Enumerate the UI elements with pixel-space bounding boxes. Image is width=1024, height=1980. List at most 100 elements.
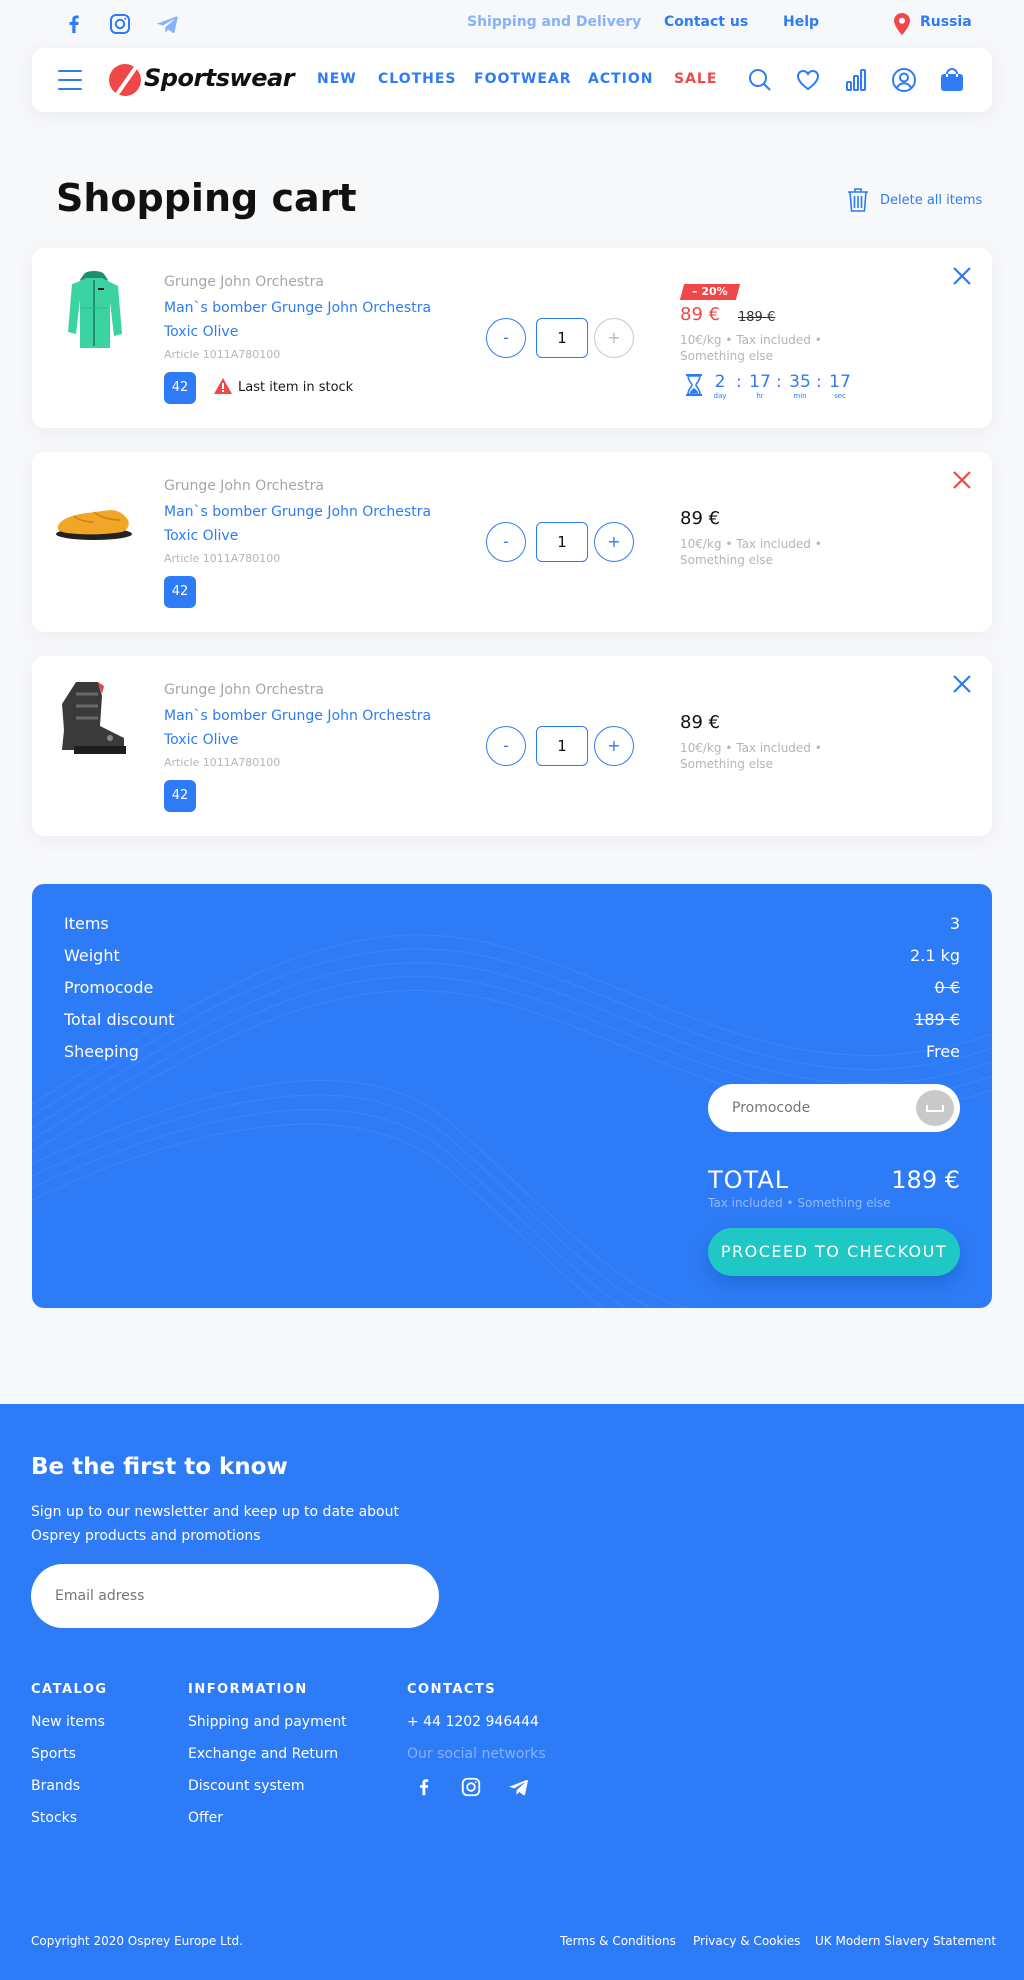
instagram-icon[interactable] [108, 12, 132, 36]
nav-clothes[interactable]: CLOTHES [378, 71, 457, 87]
terms-link[interactable]: Terms & Conditions [560, 1934, 676, 1948]
cart-item: Grunge John Orchestra Man`s bomber Grung… [32, 248, 992, 428]
product-article: Article 1011A780100 [164, 348, 281, 361]
nav-sale[interactable]: SALE [674, 71, 717, 87]
help-link[interactable]: Help [783, 14, 819, 30]
timer-minutes-label: min [793, 392, 807, 400]
location-pin-icon [894, 13, 910, 35]
facebook-icon[interactable] [413, 1776, 435, 1798]
logo-icon[interactable] [109, 64, 141, 96]
bag-icon[interactable] [938, 66, 966, 94]
instagram-icon[interactable] [460, 1776, 482, 1798]
contact-us-link[interactable]: Contact us [664, 14, 748, 30]
warning-icon [214, 378, 232, 394]
timer-days: 2 [714, 372, 726, 392]
slavery-statement-link[interactable]: UK Modern Slavery Statement [815, 1934, 996, 1948]
catalog-link[interactable]: Brands [31, 1778, 80, 1794]
quantity-increase-button[interactable]: + [594, 726, 634, 766]
discount-badge-text: – 20% [692, 285, 728, 298]
newsletter-title: Be the first to know [31, 1454, 288, 1480]
product-price: 89 € [680, 712, 721, 733]
cart-item: Grunge John Orchestra Man`s bomber Grung… [32, 452, 992, 632]
quantity-decrease-button[interactable]: - [486, 726, 526, 766]
top-bar: Shipping and Delivery Contact us Help Ru… [0, 0, 1024, 48]
enter-icon[interactable] [916, 1090, 954, 1126]
quantity-increase-button[interactable]: + [594, 318, 634, 358]
heart-icon[interactable] [794, 66, 822, 94]
catalog-link[interactable]: New items [31, 1714, 105, 1730]
summary-row-items: Items 3 [64, 914, 960, 938]
privacy-link[interactable]: Privacy & Cookies [693, 1934, 800, 1948]
checkout-button[interactable]: PROCEED TO CHECKOUT [708, 1228, 960, 1276]
timer-hours: 17 [749, 372, 771, 392]
price-note: 10€/kg • Tax included • Something else [680, 537, 822, 567]
product-price: 89 € [680, 508, 721, 529]
region-selector[interactable]: Russia [920, 14, 972, 30]
quantity-input[interactable] [536, 522, 588, 562]
newsletter-description: Sign up to our newsletter and keep up to… [31, 1504, 399, 1544]
product-name-link[interactable]: Man`s bomber Grunge John Orchestra Toxic… [164, 296, 454, 344]
summary-value: Free [926, 1042, 960, 1061]
search-icon[interactable] [746, 66, 774, 94]
summary-label: Total discount [64, 1010, 175, 1029]
remove-item-close-icon[interactable] [952, 470, 972, 490]
telegram-icon[interactable] [156, 12, 180, 36]
quantity-input[interactable] [536, 318, 588, 358]
remove-item-close-icon[interactable] [952, 674, 972, 694]
menu-icon[interactable] [58, 70, 82, 90]
product-image-slipper[interactable] [54, 472, 134, 556]
product-article: Article 1011A780100 [164, 756, 281, 769]
information-heading: INFORMATION [188, 1682, 308, 1697]
product-image-jacket[interactable] [54, 268, 134, 352]
facebook-icon[interactable] [62, 12, 86, 36]
user-icon[interactable] [890, 66, 918, 94]
timer-minutes: 35 [789, 372, 811, 392]
total-label: TOTAL [708, 1166, 790, 1194]
compare-icon[interactable] [842, 66, 870, 94]
price-note: 10€/kg • Tax included • Something else [680, 741, 822, 771]
catalog-link[interactable]: Stocks [31, 1810, 77, 1826]
summary-value: 189 € [914, 1010, 960, 1029]
information-link[interactable]: Offer [188, 1810, 223, 1826]
quantity-decrease-button[interactable]: - [486, 318, 526, 358]
summary-label: Sheeping [64, 1042, 139, 1061]
quantity-decrease-button[interactable]: - [486, 522, 526, 562]
total-note: Tax included • Something else [708, 1196, 891, 1210]
product-old-price: 189 € [738, 310, 776, 325]
information-link[interactable]: Exchange and Return [188, 1746, 338, 1762]
product-brand: Grunge John Orchestra [164, 682, 324, 698]
footer: Be the first to know Sign up to our news… [0, 1404, 1024, 1980]
nav-new[interactable]: NEW [317, 71, 357, 87]
catalog-heading: CATALOG [31, 1682, 108, 1697]
product-name-link[interactable]: Man`s bomber Grunge John Orchestra Toxic… [164, 704, 454, 752]
product-image-boot[interactable] [54, 676, 134, 760]
timer-seconds: 17 [829, 372, 851, 392]
main-header: Sportswear NEW CLOTHES FOOTWEAR ACTION S… [32, 48, 992, 112]
product-price: 89 € [680, 304, 721, 325]
information-link[interactable]: Discount system [188, 1778, 305, 1794]
timer-days-label: day [713, 392, 727, 400]
summary-row-weight: Weight 2.1 kg [64, 946, 960, 970]
product-name-link[interactable]: Man`s bomber Grunge John Orchestra Toxic… [164, 500, 454, 548]
size-badge: 42 [164, 780, 196, 812]
nav-footwear[interactable]: FOOTWEAR [474, 71, 572, 87]
size-badge: 42 [164, 576, 196, 608]
information-link[interactable]: Shipping and payment [188, 1714, 347, 1730]
email-field[interactable] [31, 1564, 439, 1628]
phone-link[interactable]: + 44 1202 946444 [407, 1714, 539, 1730]
shipping-delivery-link[interactable]: Shipping and Delivery [467, 14, 641, 30]
catalog-link[interactable]: Sports [31, 1746, 76, 1762]
remove-item-close-icon[interactable] [952, 266, 972, 286]
copyright: Copyright 2020 Osprey Europe Ltd. [31, 1934, 243, 1948]
product-brand: Grunge John Orchestra [164, 478, 324, 494]
quantity-increase-button[interactable]: + [594, 522, 634, 562]
total-value: 189 € [891, 1166, 960, 1194]
telegram-icon[interactable] [508, 1776, 530, 1798]
timer-separator: : [816, 372, 822, 392]
hourglass-icon [686, 374, 702, 396]
summary-label: Promocode [64, 978, 154, 997]
nav-action[interactable]: ACTION [588, 71, 654, 87]
logo-text[interactable]: Sportswear [144, 64, 295, 92]
cart-item: Grunge John Orchestra Man`s bomber Grung… [32, 656, 992, 836]
quantity-input[interactable] [536, 726, 588, 766]
